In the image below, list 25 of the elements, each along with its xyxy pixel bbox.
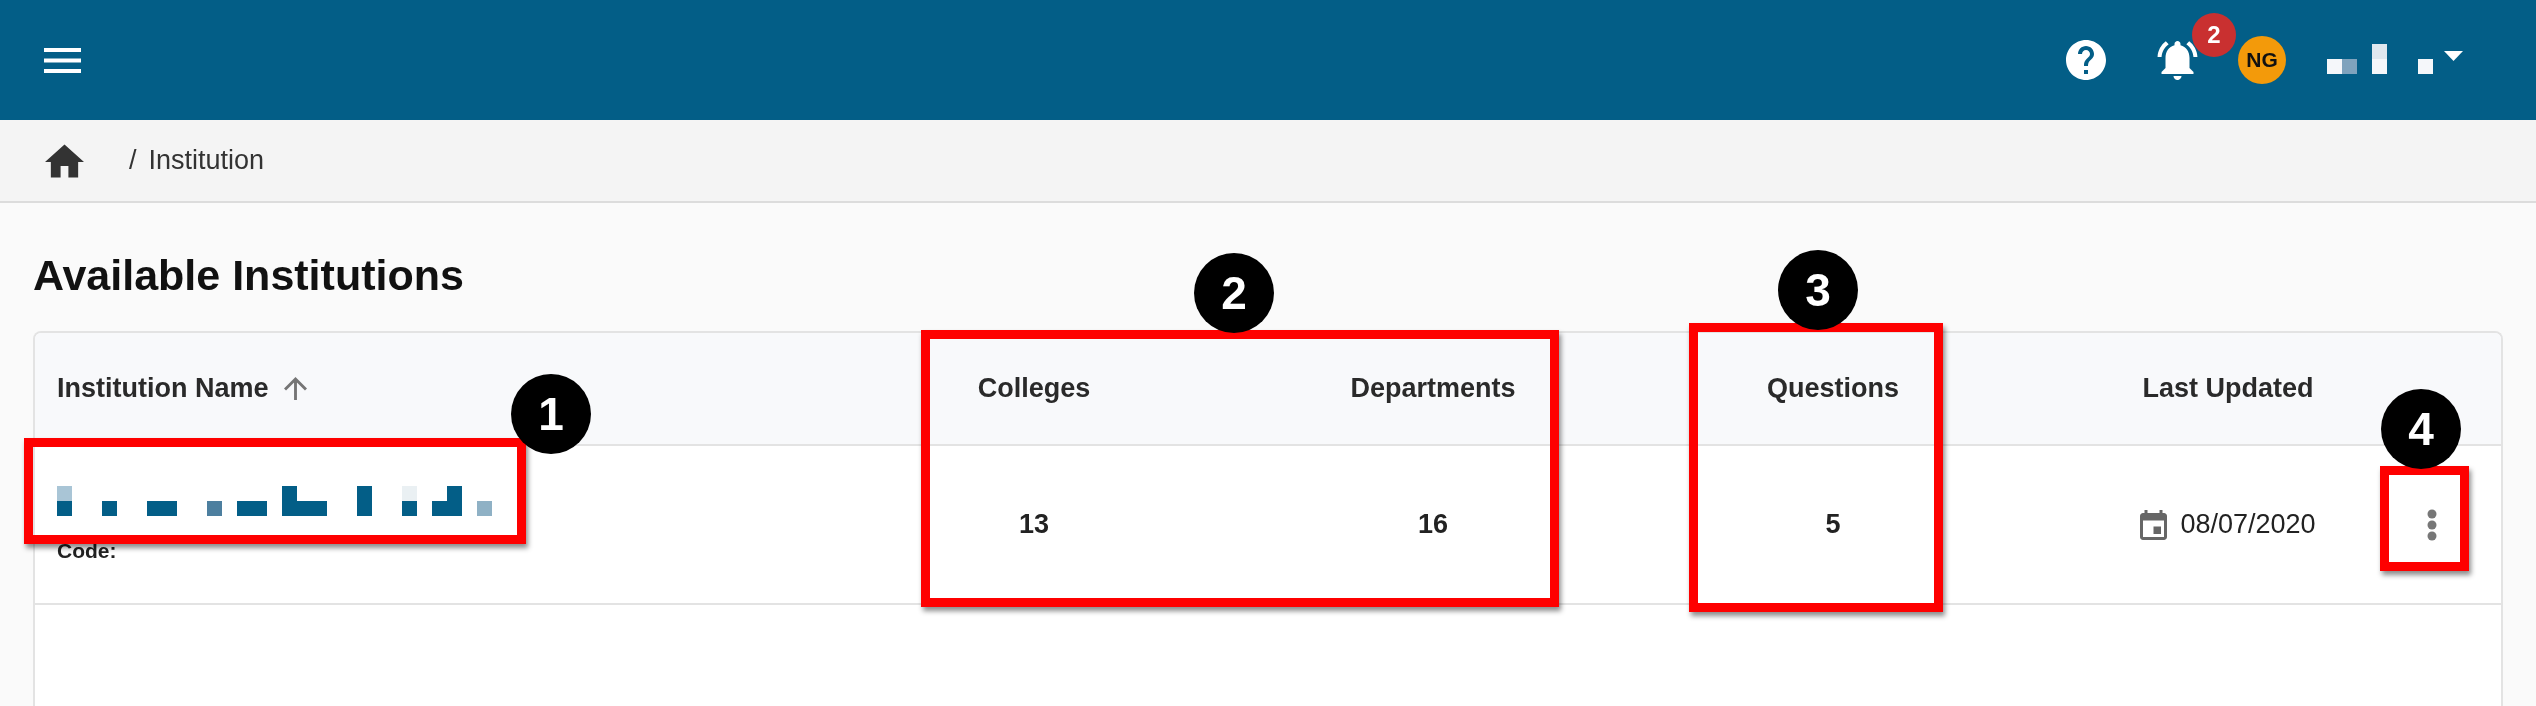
column-header[interactable]: Institution Name [57,373,269,404]
breadcrumb-current: Institution [148,145,265,176]
table-cell: 16 [1417,509,1448,540]
column-header[interactable]: Departments [1350,373,1516,404]
user-avatar[interactable]: NG [2238,36,2286,84]
column-header[interactable]: Last Updated [2142,373,2314,404]
notification-badge: 2 [2192,12,2236,57]
callout-number: 2 [1194,253,1274,333]
bell-icon[interactable] [2157,40,2198,80]
home-icon[interactable] [45,143,84,178]
page-title: Available Institutions [33,250,464,301]
callout-number: 3 [1778,250,1858,330]
calendar-icon [2140,509,2168,540]
table-cell: 13 [1018,509,1049,540]
breadcrumb-separator: / [129,145,137,176]
sort-arrow-icon[interactable] [283,377,307,400]
menu-icon[interactable] [44,47,81,73]
column-header[interactable]: Questions [1767,373,1899,404]
date-text: 08/07/2020 [2180,509,2316,540]
help-icon[interactable] [2066,40,2106,80]
code-label: Code: [57,537,117,564]
caret-icon[interactable] [2444,51,2463,61]
more-icon[interactable] [2427,508,2437,541]
column-header[interactable]: Colleges [977,373,1091,404]
table-cell: 5 [1825,509,1841,540]
